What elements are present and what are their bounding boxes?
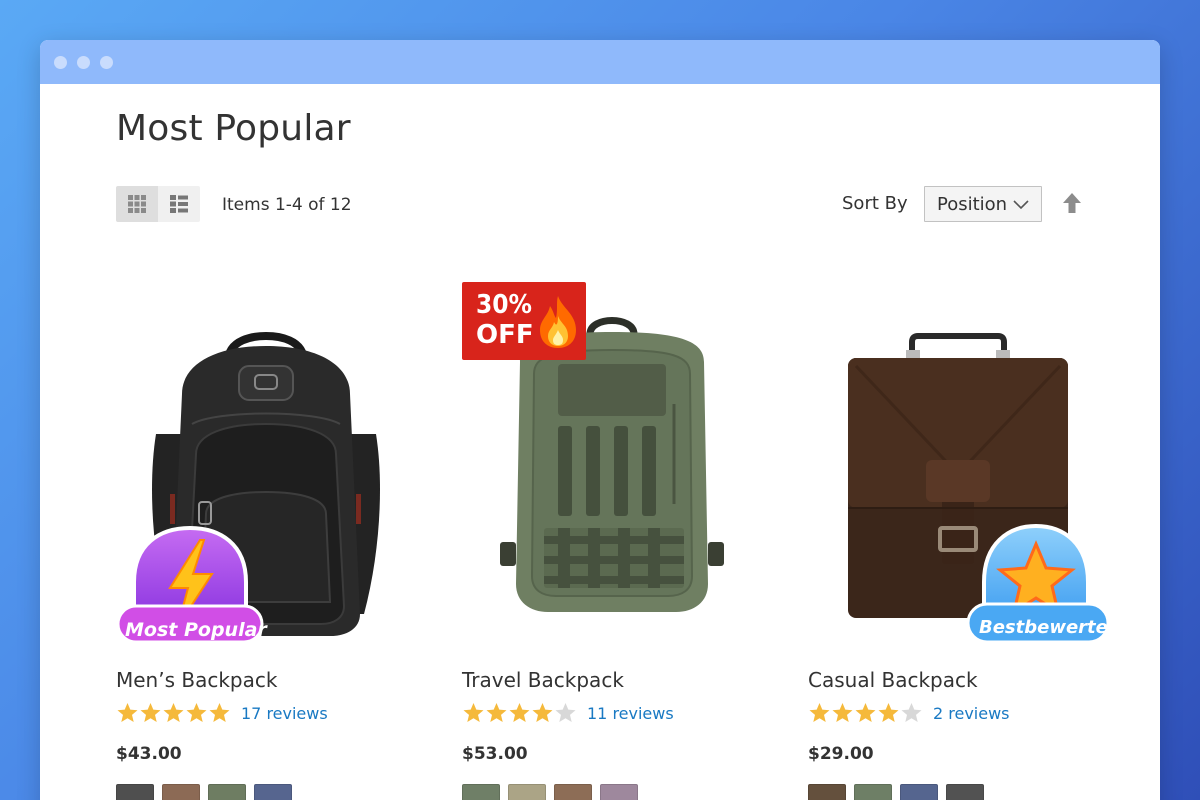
grid-icon [128,195,146,213]
color-swatch[interactable] [208,784,246,800]
product-price: $29.00 [808,744,874,764]
color-swatch[interactable] [946,784,984,800]
star-filled-icon [878,703,899,722]
product-card: Most Popular Men’s Backpack 17 reviews $… [116,284,416,800]
sort-select[interactable]: Position [924,186,1042,222]
rating-stars [462,702,577,724]
star-filled-icon [532,703,553,722]
most-popular-badge-label: Most Popular [125,619,267,641]
grid-view-button[interactable] [116,186,158,222]
product-name[interactable]: Travel Backpack [462,668,624,692]
color-swatch[interactable] [508,784,546,800]
color-swatch[interactable] [162,784,200,800]
discount-badge: 30% OFF [462,282,586,360]
color-swatch[interactable] [600,784,638,800]
star-filled-icon [463,703,484,722]
color-swatch[interactable] [854,784,892,800]
window-dot-maximize[interactable] [100,55,113,69]
color-swatch[interactable] [462,784,500,800]
star-filled-icon [486,703,507,722]
view-mode-toggle [116,186,200,222]
product-name[interactable]: Men’s Backpack [116,668,277,692]
window-dot-close[interactable] [54,55,67,69]
product-price: $53.00 [462,744,528,764]
product-image[interactable]: Bestbewertet [808,284,1116,664]
browser-window: Most Popular Items 1-4 of 12 Sort By Pos… [40,40,1160,800]
product-card: Bestbewertet Casual Backpack 2 reviews $… [808,284,1116,800]
items-count: Items 1-4 of 12 [222,195,352,215]
product-image[interactable]: Most Popular [116,284,416,664]
color-swatches [462,784,638,800]
product-image[interactable]: 30% OFF [462,282,762,664]
product-name[interactable]: Casual Backpack [808,668,978,692]
star-empty-icon [901,703,922,722]
color-swatch[interactable] [808,784,846,800]
color-swatch[interactable] [116,784,154,800]
star-filled-icon [117,703,138,722]
list-view-button[interactable] [158,186,200,222]
color-swatches [808,784,984,800]
star-filled-icon [809,703,830,722]
product-rating: 2 reviews [808,702,1010,724]
fire-icon [540,296,576,348]
list-icon [170,195,188,213]
window-titlebar [40,40,1160,84]
page-title: Most Popular [116,108,351,149]
color-swatch[interactable] [254,784,292,800]
reviews-link[interactable]: 17 reviews [241,704,328,723]
star-filled-icon [832,703,853,722]
product-rating: 17 reviews [116,702,328,724]
rating-stars [808,702,923,724]
star-filled-icon [509,703,530,722]
sort-select-value: Position [937,193,1008,215]
product-rating: 11 reviews [462,702,674,724]
star-filled-icon [209,703,230,722]
star-filled-icon [855,703,876,722]
reviews-link[interactable]: 11 reviews [587,704,674,723]
chevron-down-icon [1013,200,1029,210]
bestbewertet-badge-label: Bestbewertet [979,617,1117,638]
sort-by-label: Sort By [842,193,908,214]
color-swatches [116,784,292,800]
page-content: Most Popular Items 1-4 of 12 Sort By Pos… [40,84,1160,800]
discount-badge-off: OFF [476,320,534,350]
star-filled-icon [163,703,184,722]
discount-badge-percent: 30% [476,290,532,320]
arrow-up-icon [1063,193,1081,213]
window-dot-minimize[interactable] [77,55,90,69]
product-card: 30% OFF Travel Backpack 11 reviews $53.0… [462,282,762,800]
reviews-link[interactable]: 2 reviews [933,704,1010,723]
product-price: $43.00 [116,744,182,764]
star-filled-icon [140,703,161,722]
star-filled-icon [186,703,207,722]
star-empty-icon [555,703,576,722]
color-swatch[interactable] [900,784,938,800]
color-swatch[interactable] [554,784,592,800]
sort-direction-button[interactable] [1062,192,1082,219]
rating-stars [116,702,231,724]
